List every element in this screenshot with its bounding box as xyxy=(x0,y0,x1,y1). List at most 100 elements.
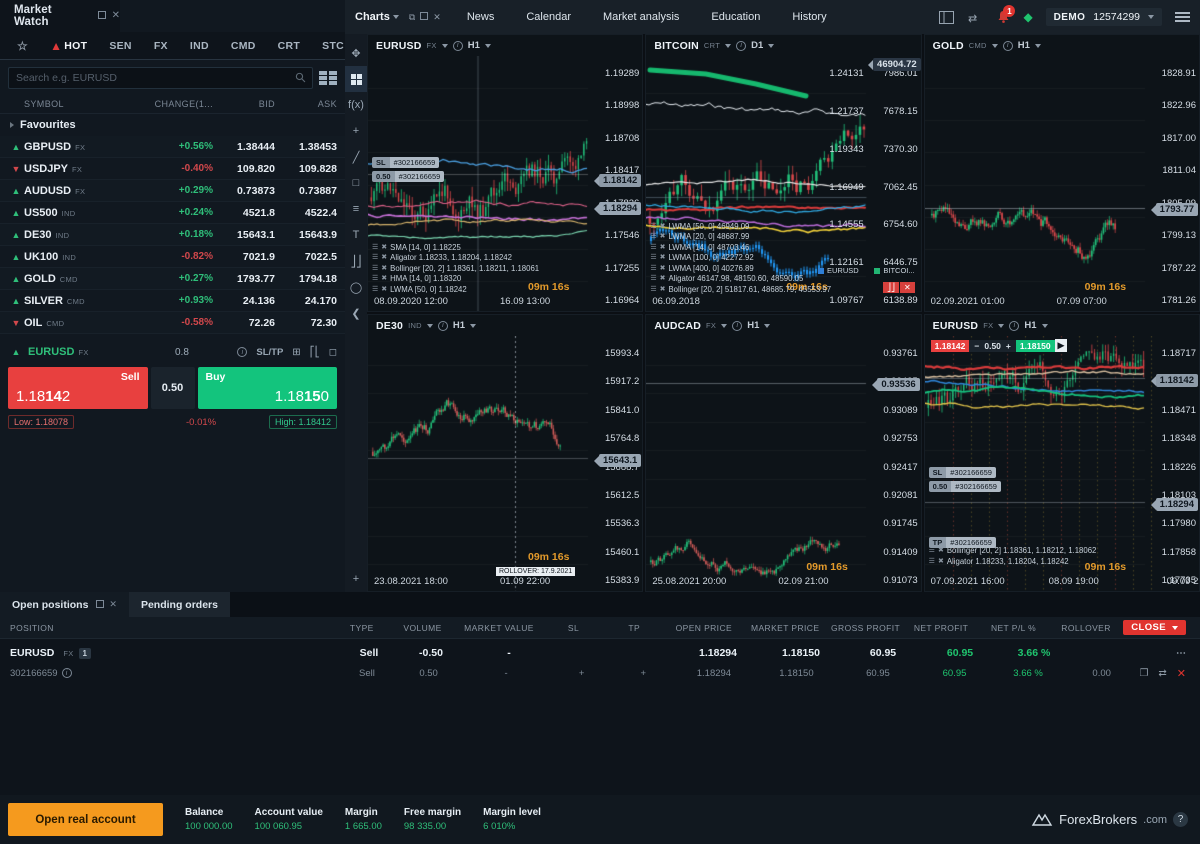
nav-charts-menu[interactable]: Charts xyxy=(351,11,403,23)
order-tag[interactable]: 0.50#302166659 xyxy=(372,171,444,182)
detail-tp[interactable]: + xyxy=(613,668,675,679)
chart-timeframe[interactable]: H1 xyxy=(468,40,480,51)
symbol-bid[interactable]: 109.820 xyxy=(213,163,275,175)
indicator-row[interactable]: ☰✖Bollinger [20, 2] 51817.61, 48685.79, … xyxy=(650,285,831,296)
nav-item-calendar[interactable]: Calendar xyxy=(510,0,587,34)
quick-sell-button[interactable]: 1.18142 xyxy=(931,340,970,352)
chart-timeframe[interactable]: D1 xyxy=(751,40,763,51)
deposit-icon[interactable]: ⇄ xyxy=(967,11,984,24)
symbol-ask[interactable]: 24.170 xyxy=(275,295,337,307)
menu-icon[interactable]: ☰ xyxy=(929,557,935,568)
chart-panel-audcad-4[interactable]: AUDCADFXiH10.937610.934250.930890.927530… xyxy=(645,314,921,592)
chevron-down-icon[interactable] xyxy=(1035,44,1041,48)
nav-item-market-analysis[interactable]: Market analysis xyxy=(587,0,695,34)
tab-ind[interactable]: IND xyxy=(179,32,220,60)
search-input[interactable] xyxy=(9,68,312,88)
indicator-row[interactable]: ☰✖LWMA [14, 0] 48703.46 xyxy=(650,243,831,254)
close-icon[interactable]: ✖ xyxy=(938,557,944,568)
symbol-bid[interactable]: 24.136 xyxy=(213,295,275,307)
indicator-row[interactable]: ☰✖LWMA [100, 0] 42272.92 xyxy=(650,253,831,264)
tool-fibonacci[interactable]: ≡ xyxy=(345,196,367,222)
menu-icon[interactable]: ☰ xyxy=(372,253,378,264)
tab-open-positions[interactable]: Open positions ✕ xyxy=(0,592,129,617)
close-icon[interactable]: ✖ xyxy=(660,264,666,275)
symbol-row[interactable]: ▲DE30IND+0.18%15643.115643.9 xyxy=(0,224,345,246)
indicator-row[interactable]: ☰✖LWMA [400, 0] 40276.89 xyxy=(650,264,831,275)
tab-pending-orders[interactable]: Pending orders xyxy=(129,592,230,617)
symbol-ask[interactable]: 109.828 xyxy=(275,163,337,175)
close-icon[interactable]: ✖ xyxy=(381,243,387,254)
remove-icon[interactable]: ✕ xyxy=(900,282,915,293)
indicator-row[interactable]: ☰✖LWMA [50, 0] 46949.09 xyxy=(650,222,831,233)
chart-legend-item[interactable]: EURUSD xyxy=(818,266,859,275)
tab-sen[interactable]: SEN xyxy=(98,32,143,60)
close-icon[interactable]: ✖ xyxy=(660,253,666,264)
notifications-bell-icon[interactable]: 1 xyxy=(997,10,1010,24)
maximize-icon[interactable] xyxy=(96,600,104,610)
info-icon[interactable]: i xyxy=(62,668,72,678)
copy-icon[interactable]: ❐ xyxy=(1139,668,1148,679)
chart-icon[interactable]: ⎡⎣ xyxy=(310,347,320,358)
help-icon[interactable]: ? xyxy=(1173,812,1188,827)
chart-panel-eurusd-0[interactable]: EURUSDFXiH11.192891.189981.187081.184171… xyxy=(367,34,643,312)
tool-draw-line[interactable]: ╱ xyxy=(345,144,367,170)
tab-favourites-star[interactable]: ☆ xyxy=(6,32,39,60)
close-icon[interactable]: ✕ xyxy=(112,11,120,21)
symbol-bid[interactable]: 1793.77 xyxy=(213,273,275,285)
close-icon[interactable]: ✖ xyxy=(660,222,666,233)
symbol-row[interactable]: ▲UK100IND-0.82%7021.97022.5 xyxy=(0,246,345,268)
chart-timeframe[interactable]: H1 xyxy=(747,320,759,331)
add-icon[interactable]: ⊞ xyxy=(292,347,300,358)
menu-icon[interactable]: ☰ xyxy=(650,264,656,275)
chart-panel-bitcoin-1[interactable]: BITCOINCRTiD17986.017678.157370.307062.4… xyxy=(645,34,921,312)
info-icon[interactable]: i xyxy=(438,321,448,331)
info-icon[interactable]: i xyxy=(453,41,463,51)
sell-button[interactable]: Sell 1.18142 xyxy=(8,367,148,409)
indicator-row[interactable]: ☰✖Aligator 1.18233, 1.18204, 1.18242 xyxy=(929,557,1097,568)
tool-indicators[interactable]: f(x) xyxy=(345,92,367,118)
close-icon[interactable]: ✖ xyxy=(660,285,666,296)
tab-crt[interactable]: CRT xyxy=(267,32,311,60)
account-selector[interactable]: DEMO 12574299 xyxy=(1046,8,1162,26)
chevron-down-icon[interactable] xyxy=(442,44,448,48)
close-icon[interactable]: ✖ xyxy=(381,274,387,285)
symbol-bid[interactable]: 15643.1 xyxy=(213,229,275,241)
maximize-icon[interactable] xyxy=(98,11,106,22)
quick-trade-bar[interactable]: 1.18142−0.50+1.18150▶ xyxy=(931,339,1068,352)
close-icon[interactable]: ✖ xyxy=(660,243,666,254)
table-row[interactable]: EURUSD FX 1 Sell -0.50 - 1.18294 1.18150… xyxy=(0,643,1200,663)
close-icon[interactable]: ✖ xyxy=(381,253,387,264)
tool-add-chart[interactable]: + xyxy=(345,566,367,592)
symbol-row[interactable]: ▲US500IND+0.24%4521.84522.4 xyxy=(0,202,345,224)
close-position-icon[interactable]: ✕ xyxy=(1177,667,1186,680)
modify-icon[interactable]: ⇄ xyxy=(1158,668,1166,679)
info-icon[interactable]: i xyxy=(1003,41,1013,51)
close-icon[interactable]: ✖ xyxy=(660,274,666,285)
indicator-row[interactable]: ☰✖LWMA [50, 0] 1.18242 xyxy=(372,285,539,296)
chevron-down-icon[interactable] xyxy=(998,324,1004,328)
tool-text[interactable]: T xyxy=(345,222,367,248)
maximize-icon[interactable] xyxy=(420,12,428,22)
symbol-bid[interactable]: 7021.9 xyxy=(213,251,275,263)
symbol-ask[interactable]: 72.30 xyxy=(275,317,337,329)
tab-cmd[interactable]: CMD xyxy=(220,32,267,60)
close-all-button[interactable]: CLOSE xyxy=(1123,620,1186,635)
volume-input[interactable]: 0.50 xyxy=(151,367,195,409)
symbol-bid[interactable]: 0.73873 xyxy=(213,185,275,197)
symbol-ask[interactable]: 4522.4 xyxy=(275,207,337,219)
close-icon[interactable]: ✕ xyxy=(109,599,117,610)
symbol-row[interactable]: ▲GBPUSDFX+0.56%1.384441.38453 xyxy=(0,136,345,158)
delete-icon[interactable]: ◻ xyxy=(329,347,337,358)
tool-rectangle[interactable]: □ xyxy=(345,170,367,196)
indicator-row[interactable]: ☰✖HMA [14, 0] 1.18320 xyxy=(372,274,539,285)
symbol-row[interactable]: ▲AUDUSDFX+0.29%0.738730.73887 xyxy=(0,180,345,202)
indicator-row[interactable]: ☰✖Aligator 1.18233, 1.18204, 1.18242 xyxy=(372,253,539,264)
symbol-ask[interactable]: 7022.5 xyxy=(275,251,337,263)
tool-layout-grid[interactable] xyxy=(345,66,367,92)
tool-cursor[interactable]: ✥ xyxy=(345,40,367,66)
symbol-row[interactable]: ▲SILVERCMD+0.93%24.13624.170 xyxy=(0,290,345,312)
menu-icon[interactable]: ☰ xyxy=(650,222,656,233)
indicator-row[interactable]: ☰✖Aligator 46147.98, 48150.60, 48590.05 xyxy=(650,274,831,285)
symbol-ask[interactable]: 1.38453 xyxy=(275,141,337,153)
chevron-down-icon[interactable] xyxy=(764,324,770,328)
